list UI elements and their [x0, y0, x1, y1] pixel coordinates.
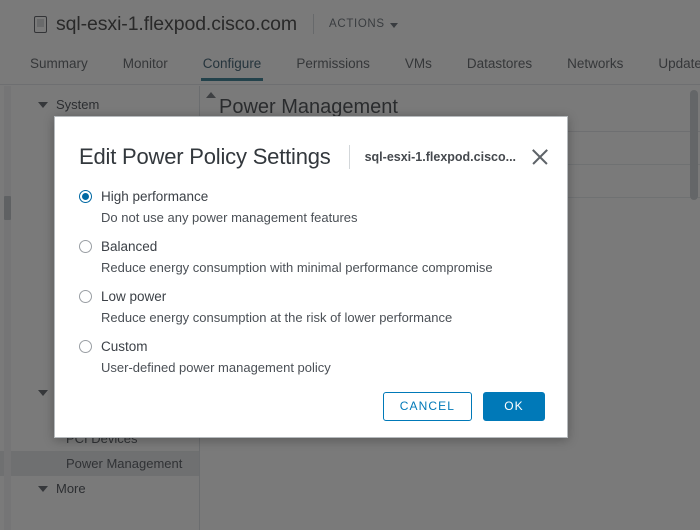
- option-row[interactable]: High performance: [79, 185, 543, 207]
- dialog-header: Edit Power Policy Settings sql-esxi-1.fl…: [55, 117, 567, 177]
- option-row[interactable]: Balanced: [79, 235, 543, 257]
- option-description: Reduce energy consumption with minimal p…: [101, 260, 493, 275]
- dialog-body: High performance Do not use any power ma…: [55, 177, 567, 375]
- option-description: User-defined power management policy: [101, 360, 331, 375]
- dialog-title-divider: [348, 145, 350, 169]
- radio-low-power[interactable]: [79, 289, 92, 303]
- radio-high-performance[interactable]: [79, 189, 92, 203]
- close-icon[interactable]: [529, 146, 551, 168]
- radio-balanced[interactable]: [79, 239, 92, 253]
- dialog-subtitle: sql-esxi-1.flexpod.cisco...: [364, 150, 517, 164]
- option-label: Custom: [101, 338, 148, 354]
- dialog-title: Edit Power Policy Settings: [79, 144, 331, 169]
- option-custom[interactable]: Custom User-defined power management pol…: [79, 335, 543, 375]
- dialog-footer: CANCEL OK: [55, 375, 567, 437]
- option-label: Low power: [101, 288, 167, 304]
- option-row[interactable]: Low power: [79, 285, 543, 307]
- option-balanced[interactable]: Balanced Reduce energy consumption with …: [79, 235, 543, 275]
- vsphere-client-window: sql-esxi-1.flexpod.cisco.com ACTIONS Sum…: [0, 0, 700, 530]
- option-label: High performance: [101, 188, 209, 204]
- cancel-button[interactable]: CANCEL: [382, 391, 472, 421]
- option-description: Reduce energy consumption at the risk of…: [101, 310, 453, 325]
- option-description: Do not use any power management features: [101, 210, 358, 225]
- option-high-performance[interactable]: High performance Do not use any power ma…: [79, 185, 543, 225]
- option-label: Balanced: [101, 238, 158, 254]
- option-low-power[interactable]: Low power Reduce energy consumption at t…: [79, 285, 543, 325]
- radio-custom[interactable]: [79, 339, 92, 353]
- option-row[interactable]: Custom: [79, 335, 543, 357]
- ok-button[interactable]: OK: [483, 391, 545, 421]
- edit-power-policy-dialog: Edit Power Policy Settings sql-esxi-1.fl…: [54, 116, 568, 438]
